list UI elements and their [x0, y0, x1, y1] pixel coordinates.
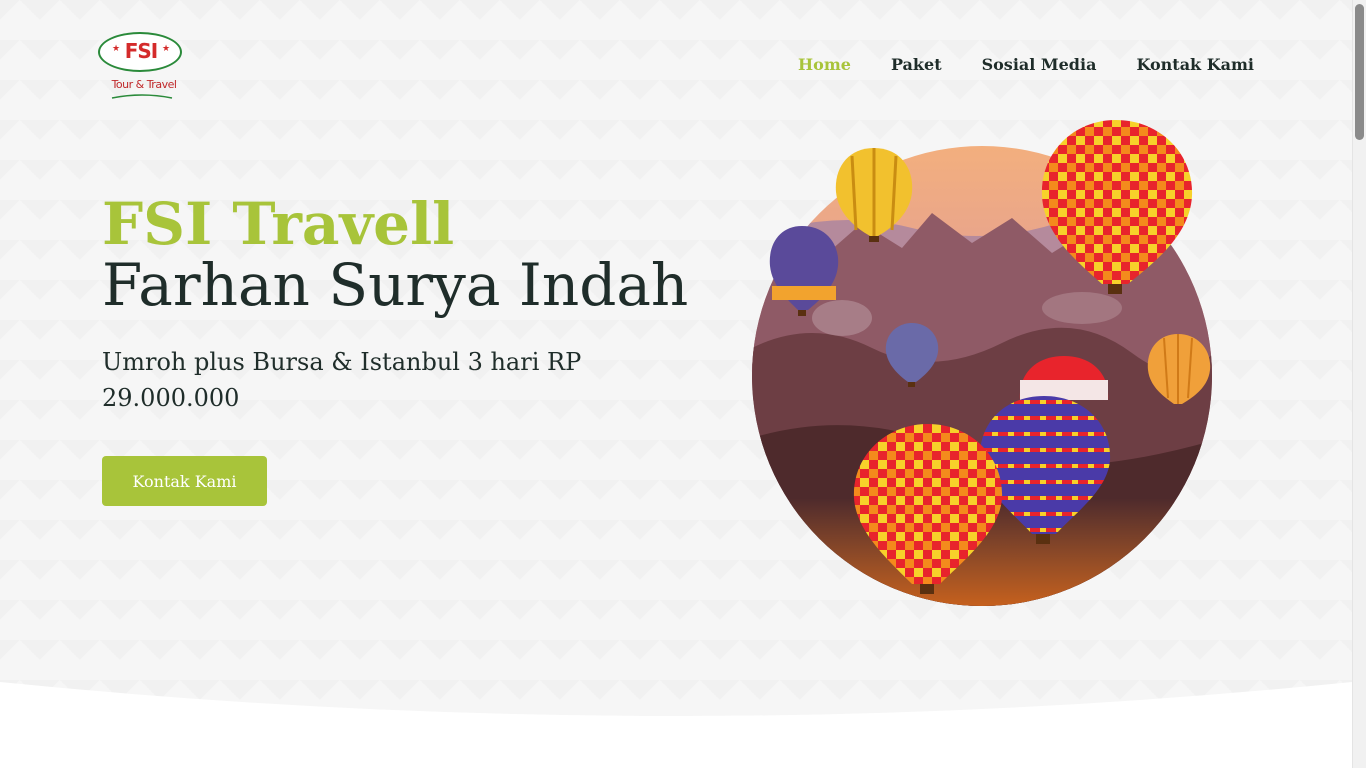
hero-title-brand: FSI Travell	[102, 190, 455, 258]
nav-kontak-kami[interactable]: Kontak Kami	[1136, 54, 1254, 76]
hot-air-balloons-image	[752, 120, 1212, 606]
nav-sosial-media[interactable]: Sosial Media	[982, 54, 1097, 76]
brand-logo[interactable]: ★ ★ FSI Tour & Travel	[96, 30, 188, 102]
page-scrollbar[interactable]	[1352, 0, 1366, 768]
hero-bottom-wave	[0, 682, 1352, 768]
main-nav: Home Paket Sosial Media Kontak Kami	[798, 54, 1254, 76]
contact-us-button[interactable]: Kontak Kami	[102, 456, 267, 506]
logo-swoosh-icon	[111, 94, 173, 99]
hero-title-company: Farhan Surya Indah	[102, 251, 689, 319]
hero-subtitle: Umroh plus Bursa & Istanbul 3 hari RP 29…	[102, 348, 582, 412]
logo-subtitle: Tour & Travel	[111, 78, 177, 91]
nav-home[interactable]: Home	[798, 54, 851, 76]
nav-paket[interactable]: Paket	[891, 54, 942, 76]
scrollbar-thumb[interactable]	[1355, 4, 1364, 140]
logo-text: FSI	[124, 39, 159, 63]
page: ★ ★ FSI Tour & Travel Home Paket Sosial …	[0, 0, 1352, 768]
